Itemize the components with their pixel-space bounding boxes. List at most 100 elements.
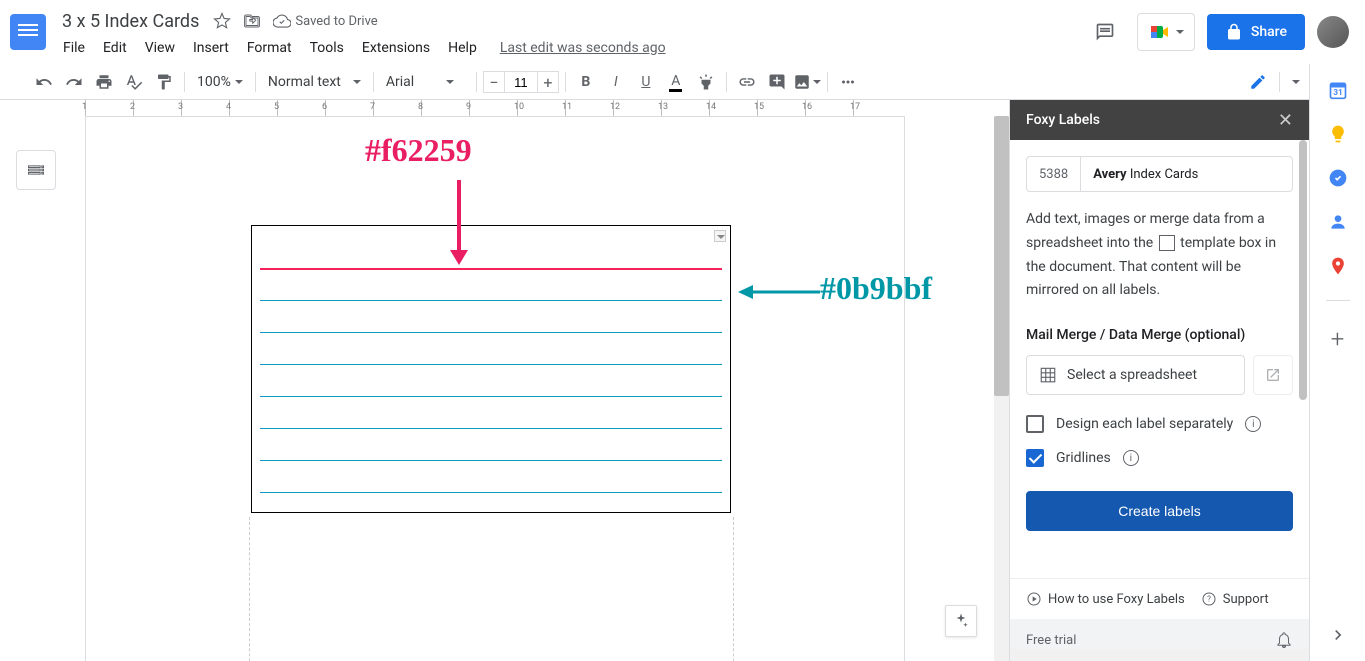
menu-tools[interactable]: Tools xyxy=(303,36,351,60)
font-size-input[interactable] xyxy=(505,71,537,93)
font-size-decrease[interactable]: − xyxy=(483,71,505,93)
spellcheck-button[interactable] xyxy=(120,68,148,96)
card-line xyxy=(260,396,722,397)
redo-button[interactable] xyxy=(60,68,88,96)
support-link[interactable]: ? Support xyxy=(1201,591,1269,607)
menu-extensions[interactable]: Extensions xyxy=(355,36,437,60)
document-title[interactable]: 3 x 5 Index Cards xyxy=(56,9,205,34)
keep-icon[interactable] xyxy=(1328,124,1348,144)
font-size-increase[interactable]: + xyxy=(537,71,559,93)
card-line xyxy=(260,364,722,365)
svg-text:?: ? xyxy=(1207,595,1211,604)
document-page[interactable] xyxy=(85,116,905,661)
close-icon[interactable]: ✕ xyxy=(1278,110,1293,131)
svg-text:31: 31 xyxy=(1333,88,1343,98)
design-separately-row: Design each label separately i xyxy=(1026,415,1293,433)
underline-button[interactable]: U xyxy=(632,68,660,96)
more-button[interactable] xyxy=(834,68,862,96)
open-external-icon xyxy=(1265,367,1281,383)
ruler[interactable]: 1234567891011121314151617 xyxy=(0,100,1009,116)
info-icon[interactable]: i xyxy=(1123,450,1139,466)
arrow-teal-icon xyxy=(735,282,825,302)
lock-icon xyxy=(1225,23,1243,41)
create-labels-button[interactable]: Create labels xyxy=(1026,491,1293,531)
card-line xyxy=(260,460,722,461)
highlight-button[interactable] xyxy=(692,68,720,96)
document-area: 1234567891011121314151617 #f62259 #0b9bb… xyxy=(0,100,1009,661)
last-edit-link[interactable]: Last edit was seconds ago xyxy=(500,40,666,56)
select-spreadsheet-button[interactable]: Select a spreadsheet xyxy=(1026,355,1245,395)
menu-bar: File Edit View Insert Format Tools Exten… xyxy=(56,36,1085,60)
card-headline xyxy=(260,268,722,270)
move-icon[interactable] xyxy=(243,12,261,30)
play-circle-icon xyxy=(1026,591,1042,607)
side-panel-rail: 31 + xyxy=(1309,64,1365,661)
calendar-icon[interactable]: 31 xyxy=(1328,80,1348,100)
docs-icon xyxy=(10,14,46,50)
maps-icon[interactable] xyxy=(1328,256,1348,276)
comment-icon xyxy=(1095,22,1115,42)
menu-format[interactable]: Format xyxy=(240,36,299,60)
outline-button[interactable] xyxy=(16,150,56,190)
editing-mode-button[interactable] xyxy=(1241,68,1308,96)
card-line xyxy=(260,492,722,493)
arrow-pink-icon xyxy=(434,180,484,270)
menu-insert[interactable]: Insert xyxy=(186,36,236,60)
font-dropdown[interactable]: Arial xyxy=(380,70,470,94)
avatar[interactable] xyxy=(1317,16,1349,48)
share-button[interactable]: Share xyxy=(1207,14,1305,50)
open-spreadsheet-button[interactable] xyxy=(1253,355,1293,395)
add-comment-button[interactable] xyxy=(763,68,791,96)
pencil-icon xyxy=(1249,73,1267,91)
comments-button[interactable] xyxy=(1085,12,1125,52)
explore-button[interactable] xyxy=(945,605,977,637)
zoom-dropdown[interactable]: 100% xyxy=(191,70,249,94)
undo-button[interactable] xyxy=(30,68,58,96)
gridlines-checkbox[interactable] xyxy=(1026,449,1044,467)
card-line xyxy=(260,300,722,301)
contacts-icon[interactable] xyxy=(1328,212,1348,232)
menu-view[interactable]: View xyxy=(138,36,182,60)
menu-file[interactable]: File xyxy=(56,36,92,60)
add-addon-button[interactable]: + xyxy=(1331,325,1345,353)
card-dropdown-icon[interactable] xyxy=(714,230,726,242)
margin-guide-left xyxy=(249,517,250,661)
template-selector[interactable]: 5388 Avery Index Cards xyxy=(1026,156,1293,192)
print-button[interactable] xyxy=(90,68,118,96)
text-color-button[interactable]: A xyxy=(662,68,690,96)
help-icon: ? xyxy=(1201,591,1217,607)
vertical-scrollbar[interactable] xyxy=(994,116,1009,661)
bell-icon xyxy=(1275,631,1293,649)
saved-status[interactable]: Saved to Drive xyxy=(273,12,377,30)
header: 3 x 5 Index Cards Saved to Drive File Ed… xyxy=(0,0,1365,64)
paint-format-button[interactable] xyxy=(150,68,178,96)
card-line xyxy=(260,428,722,429)
insert-link-button[interactable] xyxy=(733,68,761,96)
bold-button[interactable]: B xyxy=(572,68,600,96)
gridlines-row: Gridlines i xyxy=(1026,449,1293,467)
horizontal-scrollbar[interactable] xyxy=(1010,649,1309,661)
cloud-icon xyxy=(273,12,291,30)
insert-image-button[interactable] xyxy=(793,68,821,96)
toolbar: 100% Normal text Arial − + B I U A xyxy=(0,64,1365,100)
meet-icon xyxy=(1148,20,1172,44)
star-icon[interactable] xyxy=(213,12,231,30)
design-separately-checkbox[interactable] xyxy=(1026,415,1044,433)
style-dropdown[interactable]: Normal text xyxy=(262,70,367,94)
collapse-rail-button[interactable] xyxy=(1328,625,1348,645)
menu-edit[interactable]: Edit xyxy=(96,36,134,60)
how-to-link[interactable]: How to use Foxy Labels xyxy=(1026,591,1185,607)
index-card[interactable] xyxy=(251,225,731,513)
meet-button[interactable] xyxy=(1137,13,1195,51)
docs-logo[interactable] xyxy=(8,12,48,52)
tasks-icon[interactable] xyxy=(1328,168,1348,188)
menu-help[interactable]: Help xyxy=(441,36,484,60)
info-icon[interactable]: i xyxy=(1245,416,1261,432)
template-number: 5388 xyxy=(1027,157,1081,191)
margin-guide-right xyxy=(733,517,734,661)
card-line xyxy=(260,332,722,333)
panel-scrollbar[interactable] xyxy=(1299,140,1309,611)
italic-button[interactable]: I xyxy=(602,68,630,96)
grid-icon xyxy=(1039,366,1057,384)
foxy-labels-panel: Foxy Labels ✕ 5388 Avery Index Cards Add… xyxy=(1009,100,1309,661)
